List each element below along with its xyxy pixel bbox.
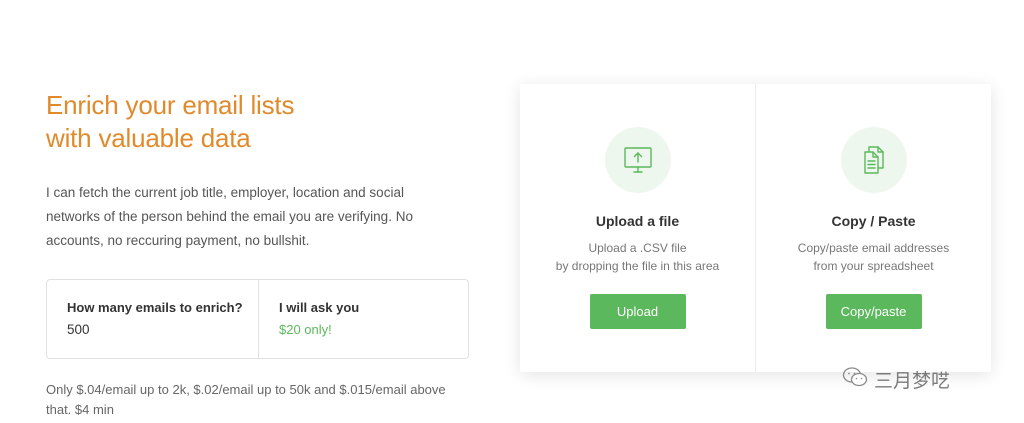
copy-paste-desc-line-2: from your spreadsheet — [813, 259, 934, 273]
copy-paste-title: Copy / Paste — [831, 213, 916, 229]
upload-desc-line-2: by dropping the file in this area — [555, 259, 720, 273]
upload-dropzone[interactable]: Upload a file Upload a .CSV file by drop… — [520, 84, 755, 372]
email-count-field[interactable]: How many emails to enrich? 500 — [47, 280, 259, 358]
email-count-label: How many emails to enrich? — [67, 300, 243, 315]
import-panel: Upload a file Upload a .CSV file by drop… — [520, 84, 991, 372]
watermark: 三月梦呓 — [842, 364, 950, 394]
title-line-1: Enrich your email lists — [46, 90, 295, 120]
copy-paste-description: Copy/paste email addresses from your spr… — [756, 239, 991, 275]
upload-title: Upload a file — [595, 213, 680, 229]
copy-paste-button[interactable]: Copy/paste — [825, 294, 922, 329]
watermark-text: 三月梦呓 — [874, 369, 951, 392]
upload-description: Upload a .CSV file by dropping the file … — [520, 239, 755, 275]
title-line-2: with valuable data — [46, 123, 251, 153]
price-value: $20 only! — [279, 322, 332, 337]
upload-desc-line-1: Upload a .CSV file — [588, 241, 687, 255]
price-box: I will ask you $20 only! — [259, 280, 468, 358]
copy-paste-option[interactable]: Copy / Paste Copy/paste email addresses … — [755, 84, 991, 372]
copy-documents-icon — [840, 127, 907, 193]
price-label: I will ask you — [279, 300, 360, 315]
monitor-upload-icon — [604, 127, 671, 193]
copy-paste-desc-line-1: Copy/paste email addresses — [797, 241, 950, 255]
upload-button[interactable]: Upload — [589, 294, 686, 329]
enrich-calculator: How many emails to enrich? 500 I will as… — [46, 279, 469, 359]
pricing-note: Only $.04/email up to 2k, $.02/email up … — [46, 382, 446, 417]
intro-text: I can fetch the current job title, emplo… — [46, 185, 413, 248]
email-count-value[interactable]: 500 — [67, 322, 258, 338]
wechat-icon — [842, 366, 868, 393]
page-title: Enrich your email lists with valuable da… — [46, 89, 294, 155]
